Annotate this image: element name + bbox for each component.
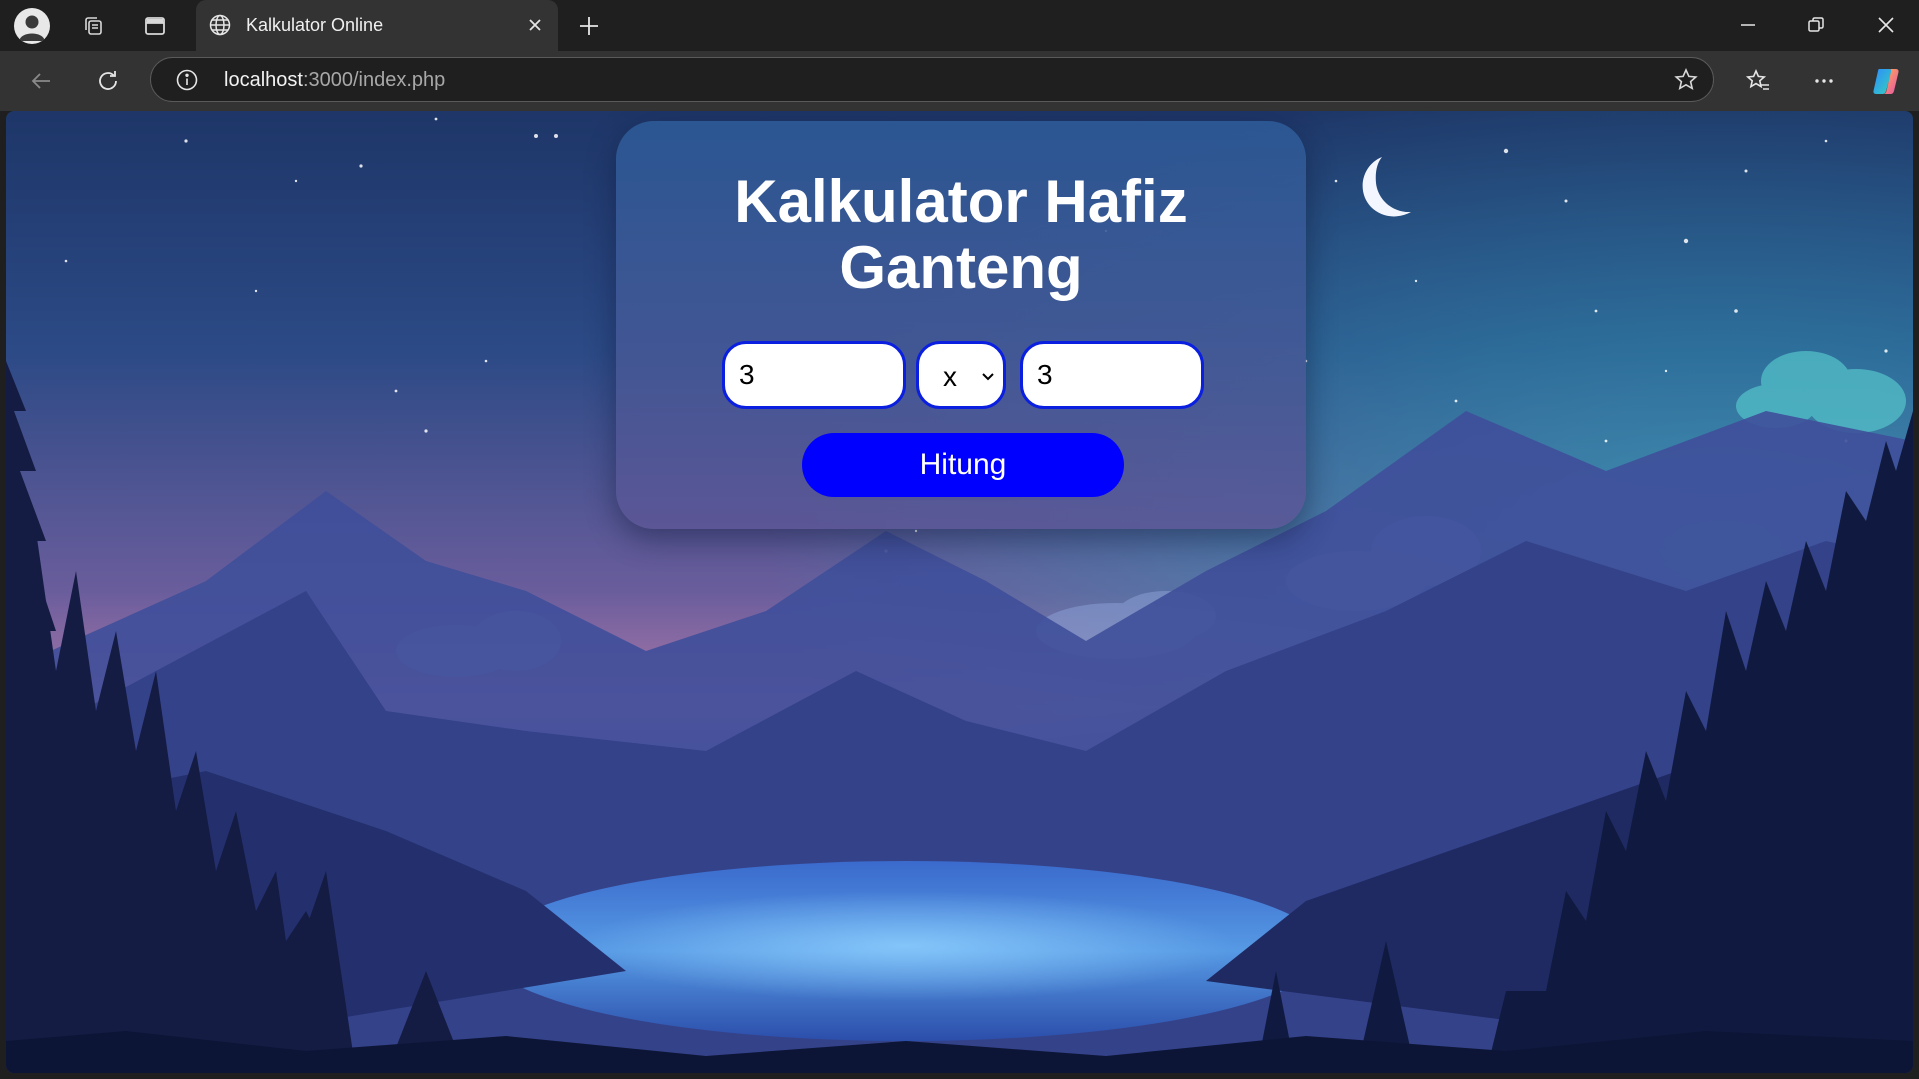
info-icon[interactable] <box>175 68 199 92</box>
tab-actions-button[interactable] <box>135 6 175 46</box>
close-window-button[interactable] <box>1858 5 1914 45</box>
browser-window: Kalkulator Online localhost:3000/index.p… <box>0 0 1919 1079</box>
first-number-input[interactable] <box>722 341 906 409</box>
tab-kalkulator-online[interactable]: Kalkulator Online <box>196 0 558 51</box>
copilot-icon <box>1873 69 1899 94</box>
url-path: :3000/index.php <box>302 69 446 91</box>
calculate-button[interactable]: Hitung <box>802 433 1124 497</box>
profile-icon <box>14 8 50 44</box>
tab-title: Kalkulator Online <box>246 15 384 35</box>
minimize-icon <box>1741 24 1755 26</box>
back-arrow-icon <box>31 73 50 89</box>
tab-strip: Kalkulator Online <box>0 0 1919 51</box>
workspaces-icon <box>85 17 102 35</box>
close-icon[interactable] <box>524 14 546 36</box>
globe-icon <box>209 14 231 36</box>
workspaces-button[interactable] <box>73 6 113 46</box>
minimize-button[interactable] <box>1720 5 1776 45</box>
address-bar[interactable]: localhost:3000/index.php <box>150 57 1714 102</box>
more-button[interactable] <box>1804 61 1844 101</box>
tab-actions-icon <box>145 17 165 35</box>
page-viewport: Kalkulator Hafiz Ganteng x Hitung <box>6 111 1913 1073</box>
browser-toolbar: localhost:3000/index.php <box>0 51 1919 111</box>
chevron-down-icon <box>982 373 994 381</box>
copilot-button[interactable] <box>1866 61 1906 101</box>
restore-icon <box>1808 17 1824 32</box>
restore-button[interactable] <box>1788 5 1844 45</box>
url-text: localhost:3000/index.php <box>224 69 445 92</box>
close-window-icon <box>1878 17 1894 33</box>
new-tab-button[interactable] <box>569 6 609 46</box>
url-host: localhost <box>224 69 303 91</box>
profile-button[interactable] <box>12 6 52 46</box>
refresh-button[interactable] <box>88 61 128 101</box>
more-icon <box>1815 79 1833 83</box>
plus-icon <box>580 17 598 35</box>
favorites-button[interactable] <box>1738 61 1778 101</box>
back-button[interactable] <box>21 61 61 101</box>
operator-select[interactable]: x <box>916 341 1006 409</box>
second-number-input[interactable] <box>1020 341 1204 409</box>
favorites-icon <box>1745 69 1769 90</box>
star-icon[interactable] <box>1673 67 1699 93</box>
calculator-card: Kalkulator Hafiz Ganteng x Hitung <box>616 121 1306 529</box>
operator-selected-value: x <box>943 361 957 392</box>
refresh-icon <box>99 71 117 90</box>
page-title: Kalkulator Hafiz Ganteng <box>734 168 1188 301</box>
